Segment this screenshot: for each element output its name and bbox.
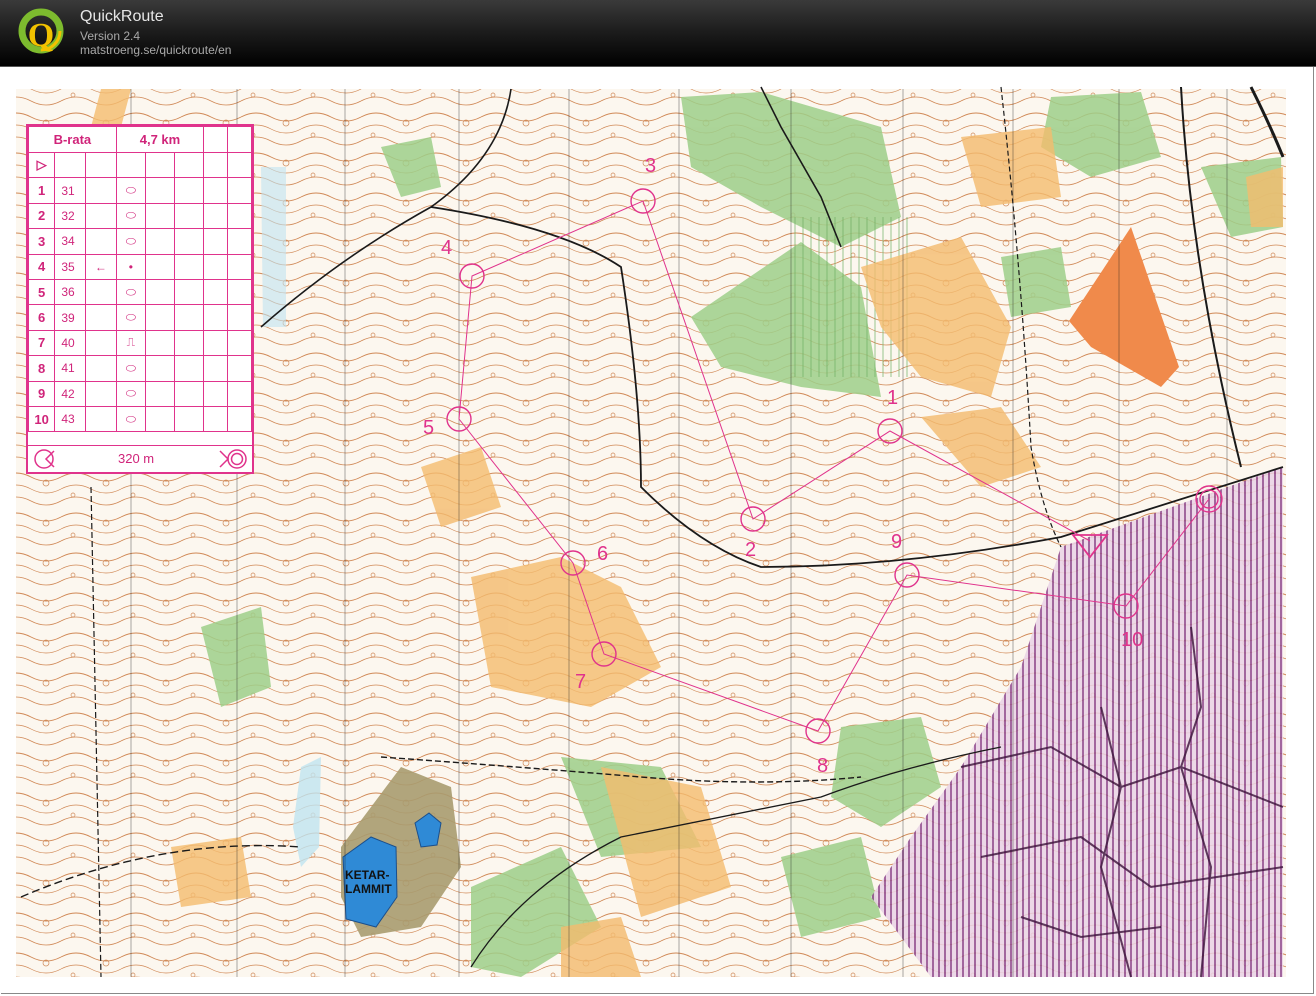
- control-label-1: 1: [887, 387, 899, 409]
- control-label-8: 8: [817, 755, 829, 777]
- app-version: Version 2.4: [80, 29, 141, 43]
- svg-text:Q: Q: [28, 17, 54, 54]
- control-symbol-icon: ⬭: [115, 202, 146, 230]
- control-row-7: 7 40 ⎍: [27, 329, 252, 357]
- control-symbol-icon: ⬭: [115, 380, 146, 407]
- course-name: B-rata: [28, 126, 117, 153]
- control-label-3: 3: [645, 155, 657, 177]
- control-row-4: 4 35 ← •: [27, 253, 252, 280]
- control-symbol-icon: ⬭: [115, 177, 146, 204]
- control-label-5: 5: [423, 417, 435, 439]
- course-length: 4,7 km: [115, 126, 205, 153]
- control-description-table: B-rata 4,7 km ▷ 1 31 ⬭ 2 32 ⬭ 3 34 ⬭ 4 3…: [27, 126, 252, 433]
- control-symbol-icon: ⬭: [115, 228, 146, 255]
- control-label-6: 6: [597, 543, 609, 565]
- app-url[interactable]: matstroeng.se/quickroute/en: [80, 43, 231, 57]
- app-title: QuickRoute: [80, 8, 164, 25]
- control-row-1: 1 31 ⬭: [27, 177, 252, 204]
- finish-row: 320 m: [28, 445, 252, 472]
- start-icon: ▷: [27, 151, 56, 179]
- control-row-2: 2 32 ⬭: [27, 202, 252, 230]
- control-symbol-icon: •: [115, 253, 146, 280]
- control-row-6: 6 39 ⬭: [27, 304, 252, 331]
- control-row-9: 9 42 ⬭: [27, 380, 252, 407]
- control-symbol-icon: ⬭: [115, 304, 146, 331]
- control-symbol-icon: ⎍: [115, 329, 146, 357]
- quickroute-logo-icon: Q: [18, 8, 64, 54]
- finish-start-icon: [34, 449, 55, 469]
- finish-distance: 320 m: [118, 451, 155, 466]
- control-description-card: B-rata 4,7 km ▷ 1 31 ⬭ 2 32 ⬭ 3 34 ⬭ 4 3…: [26, 124, 254, 474]
- control-symbol-icon: ⬭: [115, 355, 146, 382]
- lake-name: KETAR- LAMMIT: [345, 868, 392, 896]
- control-label-10: 10: [1121, 629, 1144, 651]
- control-label-4: 4: [441, 237, 453, 259]
- control-row-8: 8 41 ⬭: [27, 355, 252, 382]
- control-label-7: 7: [575, 671, 587, 693]
- control-symbol-icon: ⬭: [115, 405, 146, 433]
- control-label-9: 9: [891, 531, 903, 553]
- control-symbol-icon: ⬭: [115, 278, 146, 306]
- arrow-left-icon: ←: [85, 253, 117, 280]
- control-row-3: 3 34 ⬭: [27, 228, 252, 255]
- control-label-2: 2: [745, 539, 757, 561]
- finish-circle-icon: [219, 449, 247, 469]
- control-row-10: 10 43 ⬭: [27, 405, 252, 433]
- app-header: Q QuickRoute Version 2.4 matstroeng.se/q…: [0, 0, 1316, 67]
- control-row-5: 5 36 ⬭: [27, 278, 252, 306]
